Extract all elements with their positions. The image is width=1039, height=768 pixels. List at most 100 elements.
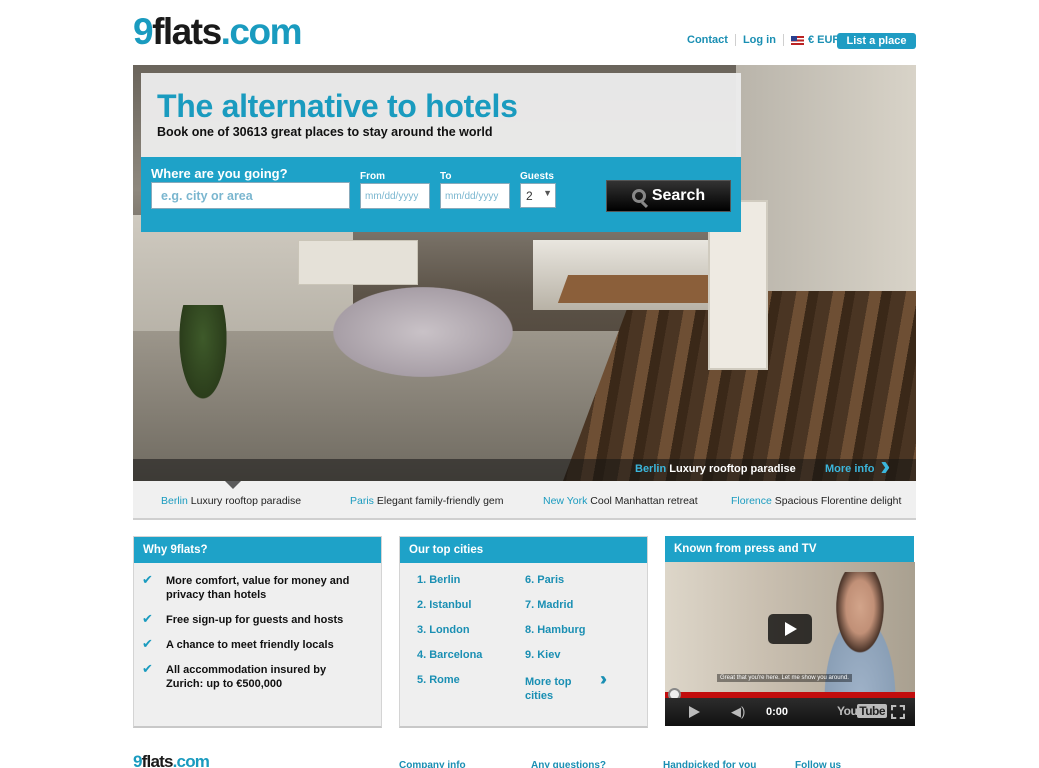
why-item-text: All accommodation insured by Zurich: up … <box>166 664 327 690</box>
play-icon[interactable] <box>689 706 700 718</box>
featured-place-florence[interactable]: Florence Spacious Florentine delight <box>731 495 901 507</box>
volume-icon[interactable]: ◀) <box>731 704 745 720</box>
logo-part-flats: flats <box>141 752 174 768</box>
destination-label: Where are you going? <box>151 166 288 181</box>
featured-city: New York <box>543 495 588 507</box>
hero-subline: Book one of 30613 great places to stay a… <box>157 125 493 139</box>
top-navigation: Contact Log in € EUR <box>687 34 840 46</box>
hero-caption-city: Berlin <box>635 463 667 475</box>
checkmark-icon: ✔ <box>142 611 153 626</box>
city-link-madrid[interactable]: 7. Madrid <box>525 599 573 611</box>
city-link-istanbul[interactable]: 2. Istanbul <box>417 599 471 611</box>
footer-heading-handpicked[interactable]: Handpicked for you <box>663 760 756 768</box>
city-link-kiev[interactable]: 9. Kiev <box>525 649 560 661</box>
nav-divider <box>782 34 784 46</box>
featured-place-paris[interactable]: Paris Elegant family-friendly gem <box>350 495 504 507</box>
logo-part-domain: .com <box>172 752 210 768</box>
guests-select[interactable]: 2 ▼ <box>520 183 556 208</box>
city-link-hamburg[interactable]: 8. Hamburg <box>525 624 586 636</box>
hero-dining-table <box>333 287 513 377</box>
play-overlay-icon[interactable] <box>768 614 812 644</box>
city-link-berlin[interactable]: 1. Berlin <box>417 574 460 586</box>
us-flag-icon <box>790 35 804 45</box>
guests-value: 2 <box>526 189 533 203</box>
featured-title: Elegant family-friendly gem <box>376 495 504 507</box>
youtube-you: You <box>837 704 858 718</box>
city-link-barcelona[interactable]: 4. Barcelona <box>417 649 482 661</box>
footer-heading-follow-us[interactable]: Follow us <box>795 760 841 768</box>
featured-city: Paris <box>350 495 374 507</box>
checkmark-icon: ✔ <box>142 636 153 651</box>
top-cities-title: Our top cities <box>400 537 647 563</box>
search-button-label: Search <box>651 187 706 204</box>
city-link-rome[interactable]: 5. Rome <box>417 674 460 686</box>
youtube-tube: Tube <box>857 704 888 718</box>
from-date-input[interactable]: mm/dd/yyyy <box>360 183 430 209</box>
footer-logo[interactable]: 9flats.com <box>133 752 210 768</box>
city-link-paris[interactable]: 6. Paris <box>525 574 564 586</box>
why-item-text: A chance to meet friendly locals <box>166 639 334 651</box>
active-pointer-icon <box>225 481 241 489</box>
video-subtitle: Great that you're here. Let me show you … <box>717 674 852 682</box>
list-a-place-button[interactable]: List a place <box>837 33 916 49</box>
to-date-input[interactable]: mm/dd/yyyy <box>440 183 510 209</box>
double-chevron-right-icon[interactable]: ›› <box>600 669 607 690</box>
more-top-cities-link[interactable]: More top cities <box>525 675 585 703</box>
logo-part-flats: flats <box>152 11 222 52</box>
why-item: ✔ All accommodation insured by Zurich: u… <box>142 661 336 691</box>
destination-input[interactable]: e.g. city or area <box>151 182 350 209</box>
search-panel-header: The alternative to hotels Book one of 30… <box>141 73 741 157</box>
why-item: ✔ A chance to meet friendly locals <box>142 636 366 652</box>
video-presenter <box>805 572 915 712</box>
more-info-link[interactable]: More info <box>825 463 875 475</box>
press-title: Known from press and TV <box>665 536 914 562</box>
logo-part-domain: .com <box>220 11 303 52</box>
featured-place-berlin[interactable]: Berlin Luxury rooftop paradise <box>161 495 301 507</box>
logo-part-number: 9 <box>133 752 142 768</box>
hero-headline: The alternative to hotels <box>157 88 518 124</box>
login-link[interactable]: Log in <box>743 34 776 46</box>
footer-heading-questions[interactable]: Any questions? <box>531 760 606 768</box>
top-cities-panel: Our top cities 1. Berlin 2. Istanbul 3. … <box>399 536 648 728</box>
why-item: ✔ Free sign-up for guests and hosts <box>142 611 366 627</box>
from-label: From <box>360 171 385 182</box>
hero-caption-bar: Berlin Luxury rooftop paradise More info… <box>133 451 916 481</box>
currency-label: € EUR <box>807 34 841 46</box>
featured-title: Cool Manhattan retreat <box>590 495 698 507</box>
fullscreen-icon[interactable] <box>891 705 905 719</box>
checkmark-icon: ✔ <box>142 661 153 676</box>
nav-divider <box>734 34 736 46</box>
search-button[interactable]: Search <box>606 180 731 212</box>
search-form: Where are you going? e.g. city or area F… <box>141 157 741 232</box>
to-label: To <box>440 171 452 182</box>
why-item-text: More comfort, value for money and privac… <box>166 575 350 601</box>
hero-caption-title: Luxury rooftop paradise <box>669 463 796 475</box>
currency-selector[interactable]: € EUR <box>790 34 841 46</box>
youtube-logo[interactable]: You Tube <box>837 704 888 718</box>
video-controls: ◀) 0:00 You Tube <box>665 698 915 726</box>
press-panel: Known from press and TV Great that you'r… <box>665 536 915 728</box>
guests-label: Guests <box>520 171 554 182</box>
dropdown-arrow-icon: ▼ <box>543 188 552 198</box>
site-logo[interactable]: 9flats.com <box>133 11 303 52</box>
footer-heading-company-info[interactable]: Company info <box>399 760 466 768</box>
magnifier-icon <box>631 189 646 203</box>
press-video-player[interactable]: Great that you're here. Let me show you … <box>665 562 915 726</box>
featured-places-strip: Berlin Luxury rooftop paradise Paris Ele… <box>133 481 916 520</box>
contact-link[interactable]: Contact <box>687 34 728 46</box>
featured-city: Berlin <box>161 495 188 507</box>
city-link-london[interactable]: 3. London <box>417 624 470 636</box>
search-panel: The alternative to hotels Book one of 30… <box>141 73 741 232</box>
why-item-text: Free sign-up for guests and hosts <box>166 614 344 626</box>
why-item: ✔ More comfort, value for money and priv… <box>142 572 366 602</box>
checkmark-icon: ✔ <box>142 572 153 587</box>
hero-painting <box>298 240 418 285</box>
why-9flats-panel: Why 9flats? ✔ More comfort, value for mo… <box>133 536 382 728</box>
hero-caption-place[interactable]: Berlin Luxury rooftop paradise <box>635 463 796 475</box>
featured-city: Florence <box>731 495 772 507</box>
why-9flats-title: Why 9flats? <box>134 537 381 563</box>
featured-title: Luxury rooftop paradise <box>190 495 302 507</box>
hero-plant <box>173 305 233 415</box>
featured-place-new-york[interactable]: New York Cool Manhattan retreat <box>543 495 698 507</box>
video-time: 0:00 <box>766 706 789 718</box>
